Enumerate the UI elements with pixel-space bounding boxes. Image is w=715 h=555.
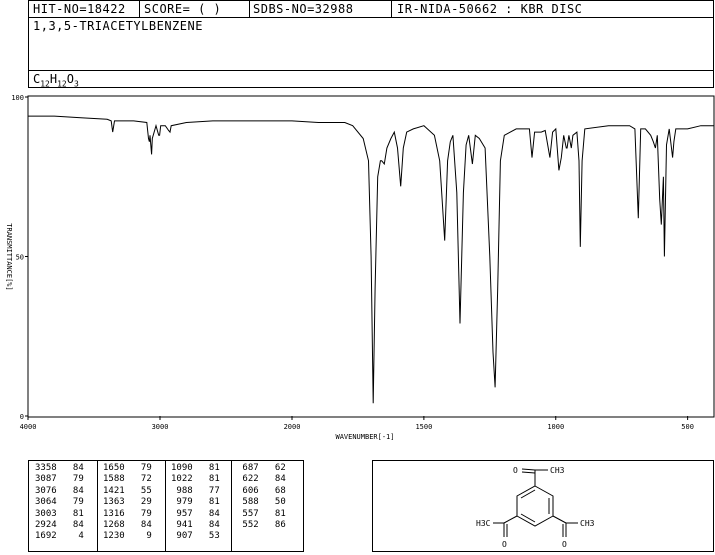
peak-row: 988 77 xyxy=(171,485,220,496)
peak-row: 557 81 xyxy=(237,508,286,519)
peak-row: 588 50 xyxy=(237,497,286,508)
score: SCORE= ( ) xyxy=(144,2,222,16)
x-tick-label: 4000 xyxy=(20,423,37,431)
peak-row: 552 86 xyxy=(237,520,286,531)
top-methyl: CH3 xyxy=(550,466,565,475)
peak-row: 3003 81 xyxy=(35,508,84,519)
molecular-structure: O CH3 H3C CH3 O O xyxy=(476,466,595,549)
peak-column: 1090 81 1022 81 988 77 979 81 957 84 941 … xyxy=(171,463,220,543)
compound-name: 1,3,5-TRIACETYLBENZENE xyxy=(33,19,203,33)
peak-row: 3087 79 xyxy=(35,474,84,485)
peak-row: 1650 79 xyxy=(103,463,152,473)
peak-row: 1588 72 xyxy=(103,474,152,485)
peak-row: 1316 79 xyxy=(103,508,152,519)
peak-column: 1650 79 1588 72 1421 55 1363 29 1316 79 1268 … xyxy=(103,463,152,543)
structure-box: O CH3 H3C CH3 O O xyxy=(372,460,714,552)
peak-row: 3064 79 xyxy=(35,497,84,508)
peak-row: 606 68 xyxy=(237,485,286,496)
header-divider xyxy=(391,1,392,17)
molecular-formula: C12H12O3 xyxy=(33,72,79,89)
peak-row: 1090 81 xyxy=(171,463,220,473)
peak-row: 1268 84 xyxy=(103,520,152,531)
hit-number: HIT-NO=18422 xyxy=(33,2,126,16)
plot-frame xyxy=(27,95,715,418)
y-tick-label: 0 xyxy=(20,413,24,421)
peak-row: 907 53 xyxy=(171,531,220,542)
spectrum-line xyxy=(28,115,714,404)
peak-column: 687 62 622 84 606 68 588 50 557 81 552 8… xyxy=(237,463,286,531)
x-tick-label: 500 xyxy=(681,423,694,431)
x-tick-label: 2000 xyxy=(284,423,301,431)
left-methyl: H3C xyxy=(476,519,491,528)
header-divider xyxy=(139,1,140,17)
formula-box: C12H12O3 xyxy=(28,70,714,88)
left-oxygen: O xyxy=(502,540,507,549)
peak-row: 1022 81 xyxy=(171,474,220,485)
compound-name-box: 1,3,5-TRIACETYLBENZENE xyxy=(28,17,714,71)
peak-row: 1363 29 xyxy=(103,497,152,508)
peak-row: 941 84 xyxy=(171,520,220,531)
peak-row: 3076 84 xyxy=(35,485,84,496)
y-axis-label: TRANSMITTANCE[%] xyxy=(5,223,13,290)
x-tick-label: 1000 xyxy=(547,423,564,431)
x-axis-label: WAVENUMBER[-1] xyxy=(335,433,394,441)
peak-row: 957 84 xyxy=(171,508,220,519)
peak-row: 1230 9 xyxy=(103,531,152,542)
peak-row: 687 62 xyxy=(237,463,286,473)
peak-column-divider xyxy=(165,461,166,551)
right-oxygen: O xyxy=(562,540,567,549)
x-tick-label: 3000 xyxy=(152,423,169,431)
peak-row: 3358 84 xyxy=(35,463,84,473)
peak-column-divider xyxy=(231,461,232,551)
y-tick-label: 100 xyxy=(11,94,24,102)
peak-row: 622 84 xyxy=(237,474,286,485)
y-tick-label: 50 xyxy=(16,254,24,262)
top-oxygen: O xyxy=(513,466,518,475)
peak-column-divider xyxy=(97,461,98,551)
peak-row: 1692 4 xyxy=(35,531,84,542)
peak-row: 979 81 xyxy=(171,497,220,508)
header-bar: HIT-NO=18422 SCORE= ( ) SDBS-NO=32988 IR… xyxy=(28,0,714,18)
header-divider xyxy=(249,1,250,17)
sdbs-number: SDBS-NO=32988 xyxy=(253,2,354,16)
right-methyl: CH3 xyxy=(580,519,595,528)
peak-row: 1421 55 xyxy=(103,485,152,496)
peak-column: 3358 84 3087 79 3076 84 3064 79 3003 81 2924 … xyxy=(35,463,84,543)
ir-identifier: IR-NIDA-50662 : KBR DISC xyxy=(397,2,583,16)
x-tick-label: 1500 xyxy=(415,423,432,431)
peak-table: 3358 84 3087 79 3076 84 3064 79 3003 81 2924 … xyxy=(28,460,304,552)
peak-row: 2924 84 xyxy=(35,520,84,531)
